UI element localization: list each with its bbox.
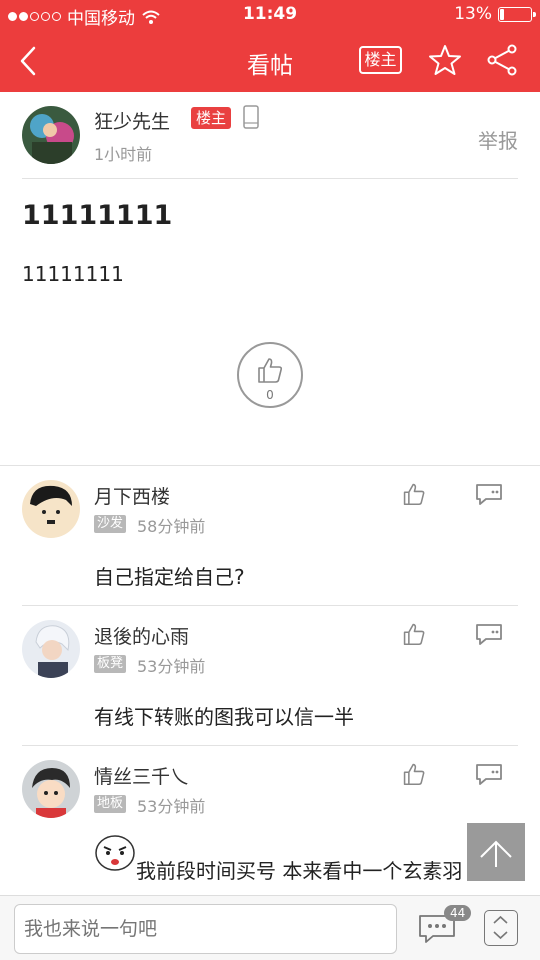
post-like-count: 0	[266, 388, 274, 402]
thumbs-up-icon[interactable]	[402, 482, 426, 506]
thumbs-up-icon[interactable]	[402, 622, 426, 646]
thumbs-up-icon[interactable]	[402, 762, 426, 786]
owner-only-button[interactable]: 楼主	[359, 46, 402, 74]
floor-badge: 地板	[94, 795, 127, 813]
owner-badge: 楼主	[191, 107, 232, 129]
header: 中国移动 11:49 13% 看帖 楼主	[0, 0, 540, 92]
comment-body: 我前段时间买号 本来看中一个玄素羽	[94, 833, 524, 895]
arrow-up-icon	[480, 840, 512, 867]
reply-comment-icon[interactable]	[474, 762, 504, 786]
commenter-name[interactable]: 月下西楼	[94, 482, 170, 509]
share-icon[interactable]	[486, 44, 518, 76]
back-to-top-button[interactable]	[467, 823, 525, 881]
author-avatar[interactable]	[22, 106, 80, 164]
reply-comment-icon[interactable]	[474, 482, 504, 506]
favorite-star-icon[interactable]	[428, 44, 462, 76]
up-down-arrows-icon	[493, 915, 508, 940]
floor-badge: 板凳	[94, 655, 127, 673]
message-count-badge: 44	[444, 905, 472, 921]
comment-text: 我前段时间买号 本来看中一个玄素羽	[136, 859, 463, 883]
post-body: 11111111	[22, 262, 124, 286]
post-like-button[interactable]: 0	[237, 342, 303, 408]
commenter-avatar[interactable]	[22, 480, 80, 538]
commenter-avatar[interactable]	[22, 620, 80, 678]
floor-badge: 沙发	[94, 515, 127, 533]
battery-group: 13%	[454, 4, 536, 24]
author-name[interactable]: 狂少先生	[94, 107, 170, 134]
comment-time: 53分钟前	[137, 797, 206, 816]
comment-item: 退後的心雨 板凳 53分钟前 有线下转账的图我可以信一半	[0, 606, 540, 746]
reply-comment-icon[interactable]	[474, 622, 504, 646]
report-button[interactable]: 举报	[478, 125, 518, 154]
status-bar: 中国移动 11:49 13%	[0, 0, 540, 30]
mobile-device-icon	[243, 105, 259, 129]
comment-item: 月下西楼 沙发 58分钟前 自己指定给自己?	[0, 466, 540, 606]
emoji-face-icon	[95, 835, 135, 871]
commenter-name[interactable]: 情丝三千乀	[94, 762, 189, 789]
comment-text: 自己指定给自己?	[94, 565, 245, 589]
comment-time: 53分钟前	[137, 657, 206, 676]
post-title: 11111111	[22, 200, 173, 231]
nav-bar: 看帖 楼主	[0, 30, 540, 92]
commenter-name[interactable]: 退後的心雨	[94, 622, 189, 649]
bottom-bar: 44	[0, 895, 540, 960]
comment-text: 有线下转账的图我可以信一半	[94, 705, 354, 729]
comment-time: 58分钟前	[137, 517, 206, 536]
divider	[22, 178, 518, 179]
battery-percent: 13%	[454, 4, 492, 24]
commenter-avatar[interactable]	[22, 760, 80, 818]
thumbs-up-icon	[258, 358, 283, 383]
battery-icon	[498, 6, 536, 22]
comment-input[interactable]	[14, 904, 397, 954]
post-time: 1小时前	[94, 145, 153, 164]
page-navigation-button[interactable]	[484, 910, 518, 946]
